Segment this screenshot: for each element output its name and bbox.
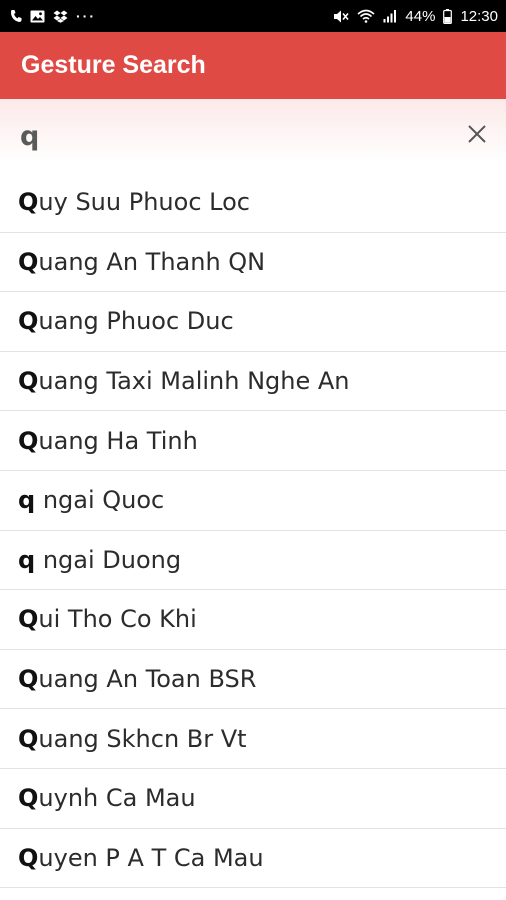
list-item-label: uy Suu Phuoc Loc xyxy=(38,188,250,217)
list-item[interactable]: Quy Suu Phuoc Loc xyxy=(0,173,506,233)
list-item[interactable]: Quang Phuoc Duc xyxy=(0,292,506,352)
battery-percent: 44% xyxy=(405,7,436,25)
list-item[interactable]: q ngai Quoc xyxy=(0,471,506,531)
more-notifications-dots: ··· xyxy=(76,8,96,24)
match-highlight: Q xyxy=(18,724,39,753)
status-bar: ··· 44% 12:30 xyxy=(0,0,506,32)
list-item-label: ngai Duong xyxy=(35,545,182,574)
results-list: Quy Suu Phuoc Loc Quang An Thanh QN Quang … xyxy=(0,173,506,889)
search-row: q xyxy=(0,99,506,173)
search-query[interactable]: q xyxy=(20,121,39,152)
mute-icon xyxy=(333,8,350,24)
signal-icon xyxy=(383,8,397,24)
wifi-icon xyxy=(357,8,375,24)
phone-call-icon xyxy=(10,8,22,24)
image-icon xyxy=(30,8,45,24)
match-highlight: q xyxy=(18,486,36,515)
list-item[interactable]: Quang An Thanh QN xyxy=(0,233,506,293)
match-highlight: Q xyxy=(18,247,39,276)
battery-icon xyxy=(443,8,453,24)
list-item-label: ngai Quoc xyxy=(35,486,165,515)
dropbox-icon xyxy=(53,8,68,24)
match-highlight: Q xyxy=(18,367,39,396)
list-item-label: uang An Toan BSR xyxy=(38,665,257,694)
list-item-label: uang Ha Tinh xyxy=(38,426,198,455)
match-highlight: Q xyxy=(18,307,39,336)
app-title: Gesture Search xyxy=(21,51,206,79)
list-item[interactable]: Quang Skhcn Br Vt xyxy=(0,709,506,769)
list-item-label: uang Skhcn Br Vt xyxy=(38,724,247,753)
list-item[interactable]: Quynh Ca Mau xyxy=(0,769,506,829)
close-icon xyxy=(467,124,487,149)
match-highlight: q xyxy=(18,545,36,574)
list-item[interactable]: Quang Ha Tinh xyxy=(0,411,506,471)
match-highlight: Q xyxy=(18,843,39,872)
list-item[interactable]: Quang Taxi Malinh Nghe An xyxy=(0,352,506,412)
status-bar-left: ··· xyxy=(10,8,96,24)
clock: 12:30 xyxy=(460,7,498,25)
app-bar: Gesture Search xyxy=(0,32,506,99)
match-highlight: Q xyxy=(18,665,39,694)
list-item-label: uang An Thanh QN xyxy=(38,247,266,276)
list-item[interactable]: q ngai Duong xyxy=(0,531,506,591)
list-item-label: ui Tho Co Khi xyxy=(38,605,197,634)
list-item[interactable]: Quang An Toan BSR xyxy=(0,650,506,710)
clear-search-button[interactable] xyxy=(462,121,492,151)
list-item-label: uang Taxi Malinh Nghe An xyxy=(38,367,350,396)
list-item-label: uang Phuoc Duc xyxy=(38,307,234,336)
list-item[interactable]: Qui Tho Co Khi xyxy=(0,590,506,650)
match-highlight: Q xyxy=(18,784,39,813)
match-highlight: Q xyxy=(18,605,39,634)
list-item-label: uynh Ca Mau xyxy=(38,784,196,813)
match-highlight: Q xyxy=(18,188,39,217)
list-item-label: uyen P A T Ca Mau xyxy=(38,843,264,872)
status-bar-right: 44% 12:30 xyxy=(333,8,498,25)
list-item[interactable]: Quyen P A T Ca Mau xyxy=(0,829,506,889)
match-highlight: Q xyxy=(18,426,39,455)
